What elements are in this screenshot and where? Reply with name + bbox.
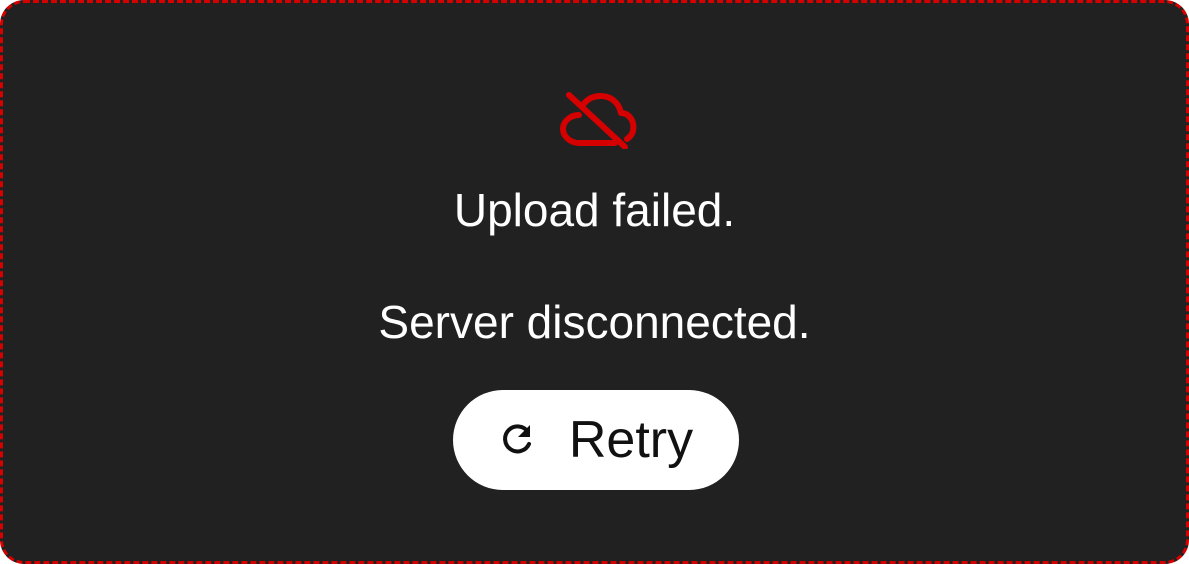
retry-label: Retry <box>568 411 694 469</box>
cloud-off-icon <box>559 91 637 149</box>
error-message: Server disconnected. <box>378 296 811 348</box>
upload-error-panel: Upload failed. Server disconnected. Retr… <box>0 0 1189 564</box>
error-title: Upload failed. <box>453 184 736 236</box>
retry-button[interactable]: Retry <box>453 390 739 490</box>
refresh-icon <box>502 424 531 454</box>
